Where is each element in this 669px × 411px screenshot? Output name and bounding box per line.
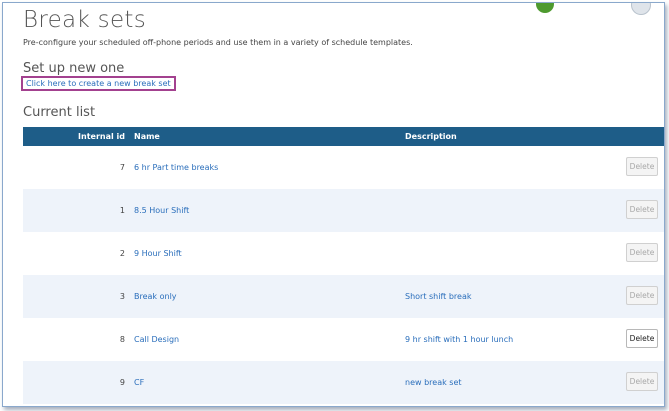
create-break-set-link[interactable]: Click here to create a new break set bbox=[21, 76, 176, 91]
table-row: 3 Break only Short shift break Delete bbox=[23, 275, 664, 318]
delete-button[interactable]: Delete bbox=[626, 243, 658, 262]
table-row: 8 Call Design 9 hr shift with 1 hour lun… bbox=[23, 318, 664, 361]
row-internal-id: 1 bbox=[119, 206, 125, 215]
row-description-link[interactable]: 9 hr shift with 1 hour lunch bbox=[405, 335, 513, 344]
row-internal-id: 7 bbox=[119, 163, 125, 172]
break-sets-table: Internal id Name Description 7 6 hr Part… bbox=[23, 127, 664, 404]
delete-button[interactable]: Delete bbox=[626, 200, 658, 219]
row-description-link[interactable]: Short shift break bbox=[405, 292, 471, 301]
page-subtitle: Pre-configure your scheduled off-phone p… bbox=[23, 38, 413, 47]
row-name-link[interactable]: 6 hr Part time breaks bbox=[134, 163, 218, 172]
setup-section-title: Set up new one bbox=[23, 61, 125, 76]
delete-button[interactable]: Delete bbox=[626, 157, 658, 176]
notification-avatar-icon[interactable] bbox=[536, 3, 554, 13]
page-title: Break sets bbox=[23, 7, 147, 33]
delete-button[interactable]: Delete bbox=[626, 329, 658, 348]
row-internal-id: 8 bbox=[119, 335, 125, 344]
row-internal-id: 2 bbox=[119, 249, 125, 258]
row-name-link[interactable]: Break only bbox=[134, 292, 177, 301]
break-sets-page: Break sets Pre-configure your scheduled … bbox=[2, 2, 665, 407]
table-row: 7 6 hr Part time breaks Delete bbox=[23, 146, 664, 189]
row-name-link[interactable]: 9 Hour Shift bbox=[134, 249, 182, 258]
row-description-link[interactable]: new break set bbox=[405, 378, 462, 387]
table-row: 9 CF new break set Delete bbox=[23, 361, 664, 404]
table-header: Internal id Name Description bbox=[23, 127, 664, 146]
column-header-name[interactable]: Name bbox=[134, 132, 160, 141]
row-internal-id: 9 bbox=[119, 378, 125, 387]
table-row: 2 9 Hour Shift Delete bbox=[23, 232, 664, 275]
row-name-link[interactable]: 8.5 Hour Shift bbox=[134, 206, 189, 215]
user-avatar-icon[interactable] bbox=[631, 3, 651, 15]
row-name-link[interactable]: CF bbox=[134, 378, 144, 387]
row-internal-id: 3 bbox=[119, 292, 125, 301]
delete-button[interactable]: Delete bbox=[626, 372, 658, 391]
table-row: 1 8.5 Hour Shift Delete bbox=[23, 189, 664, 232]
delete-button[interactable]: Delete bbox=[626, 286, 658, 305]
column-header-description[interactable]: Description bbox=[405, 132, 457, 141]
column-header-internal-id[interactable]: Internal id bbox=[23, 132, 125, 141]
row-name-link[interactable]: Call Design bbox=[134, 335, 179, 344]
current-list-title: Current list bbox=[23, 105, 96, 120]
